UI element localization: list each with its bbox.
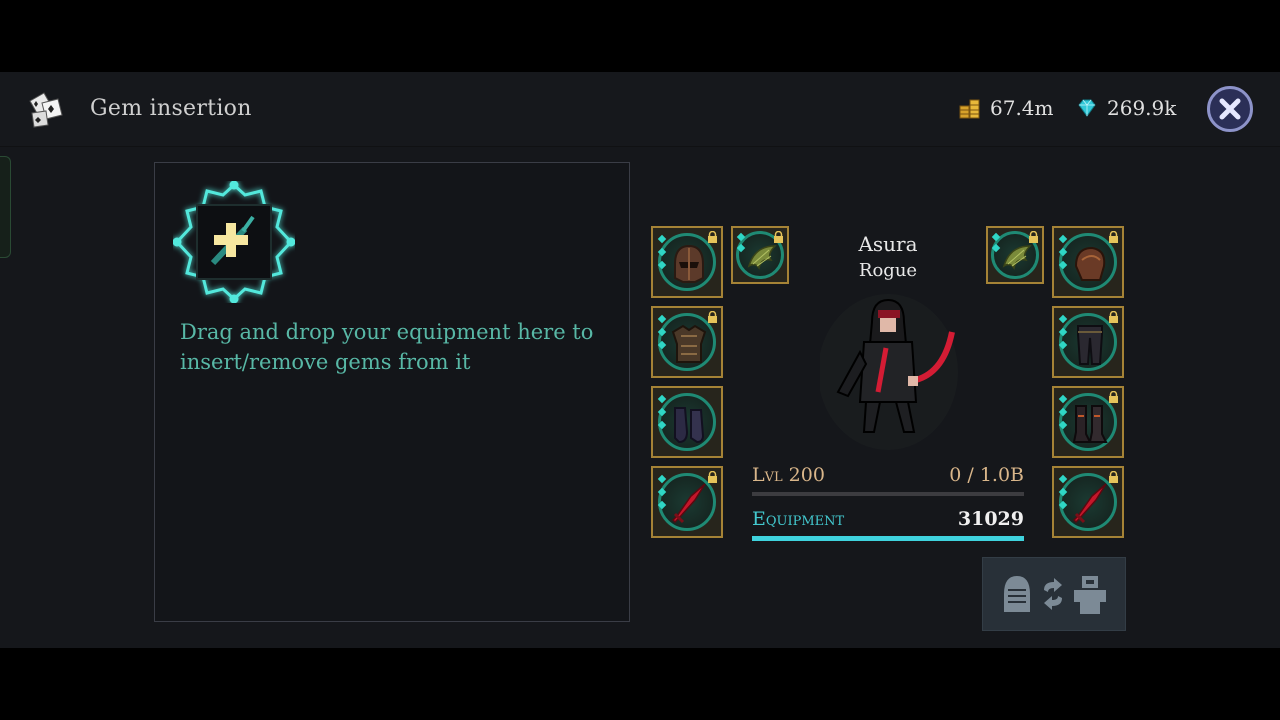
- level-row: Lvl 200 0 / 1.0B: [752, 464, 1024, 486]
- equipment-drop-slot[interactable]: [173, 181, 295, 303]
- gem-counter: 269.9k: [1075, 96, 1176, 120]
- gem-insertion-panel[interactable]: Drag and drop your equipment here to ins…: [154, 162, 630, 622]
- equipment-slot-gloves[interactable]: [651, 386, 723, 458]
- gold-coins-icon: [959, 99, 980, 119]
- diamond-icon: [1078, 99, 1096, 117]
- game-window: Gem insertion 67.4m 269.9k Drag and drop…: [0, 72, 1280, 648]
- xp-label: 0 / 1.0B: [949, 464, 1024, 486]
- character-name: Asura: [858, 232, 918, 256]
- equipment-bar: [752, 536, 1024, 541]
- lock-icon: [708, 311, 717, 323]
- gem-cards-icon: [29, 92, 63, 128]
- equipment-slot-wings-left[interactable]: [731, 226, 789, 284]
- lock-icon: [708, 231, 717, 243]
- leggings-icon: [1077, 325, 1103, 365]
- equipment-slot-weapon-right[interactable]: [1052, 466, 1124, 538]
- mannequin-icon: [1074, 576, 1106, 614]
- character-class: Rogue: [858, 260, 918, 281]
- equipment-slot-wings-right[interactable]: [986, 226, 1044, 284]
- equipment-slot-leggings[interactable]: [1052, 306, 1124, 378]
- helmet-icon: [674, 244, 704, 283]
- wings-icon: [1002, 245, 1032, 270]
- equipment-value: 31029: [957, 508, 1024, 530]
- chest-armor-icon: [671, 324, 707, 363]
- gold-amount: 67.4m: [990, 96, 1054, 120]
- lock-icon: [1109, 231, 1118, 243]
- equipment-score-row: Equipment 31029: [752, 508, 1024, 530]
- boots-icon: [1072, 405, 1108, 443]
- knight-helmet-icon: [1004, 576, 1030, 612]
- equipment-slot-chest[interactable]: [651, 306, 723, 378]
- lock-icon: [1109, 311, 1118, 323]
- red-dagger-icon: [671, 483, 706, 524]
- page-title: Gem insertion: [90, 96, 252, 121]
- equipment-label: Equipment: [752, 508, 845, 530]
- drop-hint-text: Drag and drop your equipment here to ins…: [180, 320, 594, 374]
- close-button[interactable]: [1207, 86, 1253, 132]
- side-tab[interactable]: [0, 156, 11, 258]
- swap-arrows-icon: [1044, 578, 1062, 610]
- wings-icon: [747, 245, 777, 270]
- equipment-slot-boots[interactable]: [1052, 386, 1124, 458]
- swap-equipment-button[interactable]: [982, 557, 1126, 631]
- lock-icon: [774, 231, 783, 243]
- red-dagger-icon: [1072, 483, 1107, 524]
- shoulder-armor-icon: [1074, 246, 1106, 281]
- xp-bar: [752, 492, 1024, 496]
- lock-icon: [1029, 231, 1038, 243]
- gem-amount: 269.9k: [1107, 96, 1177, 120]
- rogue-character-sprite: [820, 294, 958, 450]
- equipment-slot-shoulders[interactable]: [1052, 226, 1124, 298]
- gold-counter: 67.4m: [958, 96, 1054, 120]
- top-bar: Gem insertion 67.4m 269.9k: [0, 72, 1280, 147]
- gloves-icon: [674, 407, 705, 444]
- lock-icon: [708, 471, 717, 483]
- equipment-slot-helmet[interactable]: [651, 226, 723, 298]
- lock-icon: [1109, 391, 1118, 403]
- equipment-slot-weapon-left[interactable]: [651, 466, 723, 538]
- equipment-bar-fill: [752, 536, 1024, 541]
- lock-icon: [1109, 471, 1118, 483]
- level-label: Lvl 200: [752, 464, 825, 486]
- close-icon: [1219, 98, 1241, 120]
